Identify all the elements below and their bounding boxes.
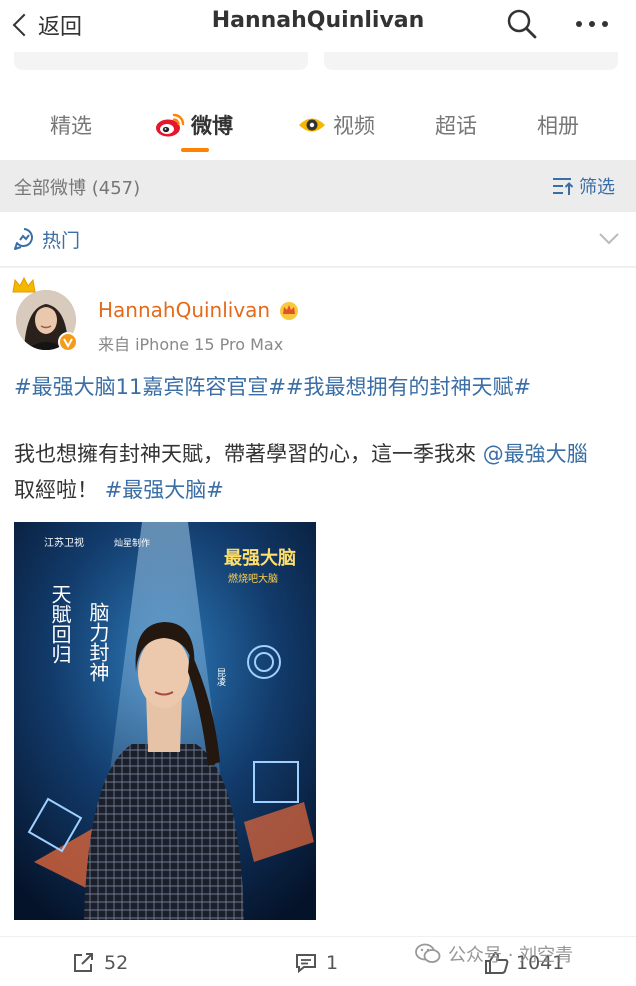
tab-video[interactable]: 视频 (297, 108, 375, 142)
chevron-left-icon (12, 13, 36, 37)
page-title: HannahQuinlivan (211, 8, 425, 33)
poster-show-title: 最强大脑 (224, 547, 296, 569)
hot-label: 热门 (42, 230, 81, 252)
author-name[interactable]: HannahQuinlivan (98, 298, 300, 322)
weibo-post: HannahQuinlivan 来自 iPhone 15 Pro Max #最强… (0, 268, 636, 986)
repost-button[interactable]: 52 (72, 949, 128, 977)
comment-button[interactable]: 1 (294, 949, 338, 977)
post-hashtags[interactable]: #最强大脑11嘉宾阵容官宣##我最想拥有的封神天赋# (14, 371, 531, 403)
back-button[interactable]: 返回 (10, 10, 82, 40)
comment-icon (296, 954, 316, 974)
tab-label: 微博 (191, 114, 233, 138)
member-crown-icon (280, 302, 299, 320)
hashtag-link[interactable]: #最强大脑# (105, 478, 224, 502)
tab-label: 超话 (435, 114, 477, 138)
weibo-logo-icon (156, 113, 185, 137)
tab-featured[interactable]: 精选 (50, 108, 92, 142)
tab-weibo[interactable]: 微博 (155, 108, 233, 142)
author-avatar[interactable] (12, 276, 80, 352)
post-body: 我也想擁有封神天賦，帶著學習的心，這一季我來 @最強大腦 取經啦！ #最强大脑# (14, 442, 588, 502)
more-icon[interactable] (574, 14, 610, 34)
tab-bar: 精选 微博 视频 超话 相册 (0, 78, 636, 160)
search-icon[interactable] (506, 8, 538, 40)
tab-label: 相册 (537, 114, 579, 138)
post-source: 来自 iPhone 15 Pro Max (98, 335, 284, 354)
post-action-bar: 52 1 1041 (0, 936, 636, 986)
tab-label: 精选 (50, 114, 92, 138)
repost-count: 52 (104, 952, 129, 974)
filter-button[interactable]: 筛选 (551, 172, 615, 200)
back-label: 返回 (38, 15, 83, 40)
profile-card-right[interactable] (324, 52, 618, 70)
profile-card-left[interactable] (14, 52, 308, 70)
crown-icon (12, 276, 36, 293)
active-tab-indicator (181, 148, 209, 152)
repost-icon (74, 953, 93, 972)
poster-brand-right: 灿星制作 (114, 537, 150, 549)
comment-count: 1 (326, 952, 339, 974)
like-button[interactable]: 1041 (484, 949, 564, 977)
poster-show-subtitle: 燃烧吧大脑 (228, 572, 278, 585)
poster-name-tag: 昆凌 (215, 668, 226, 687)
chevron-down-icon (599, 233, 619, 245)
hot-trend-icon (14, 228, 33, 250)
mention-link-text[interactable]: @最強大腦 (483, 442, 588, 466)
tab-super-topic[interactable]: 超话 (435, 108, 477, 142)
hot-sort-selector[interactable]: 热门 (0, 212, 636, 267)
tab-label: 视频 (333, 114, 375, 138)
post-image[interactable]: 江苏卫视 灿星制作 最强大脑 燃烧吧大脑 天賦回归 脑力封神 昆凌 (14, 522, 316, 920)
video-eye-icon (299, 118, 325, 132)
posts-filter-bar: 全部微博 (457) 筛选 (0, 160, 636, 212)
tab-album[interactable]: 相册 (537, 108, 579, 142)
thumbs-up-icon (485, 952, 509, 974)
all-posts-count: 全部微博 (457) (14, 178, 141, 199)
like-count: 1041 (516, 952, 565, 974)
poster-calligraphy-1: 天賦回归 (48, 584, 72, 664)
filter-icon (553, 178, 574, 195)
verified-badge-icon (58, 332, 78, 352)
poster-calligraphy-2: 脑力封神 (86, 602, 110, 682)
mention-link[interactable] (476, 442, 483, 466)
top-bar: 返回 HannahQuinlivan (0, 0, 636, 50)
poster-brand-left: 江苏卫视 (44, 536, 84, 549)
filter-label: 筛选 (579, 177, 615, 198)
